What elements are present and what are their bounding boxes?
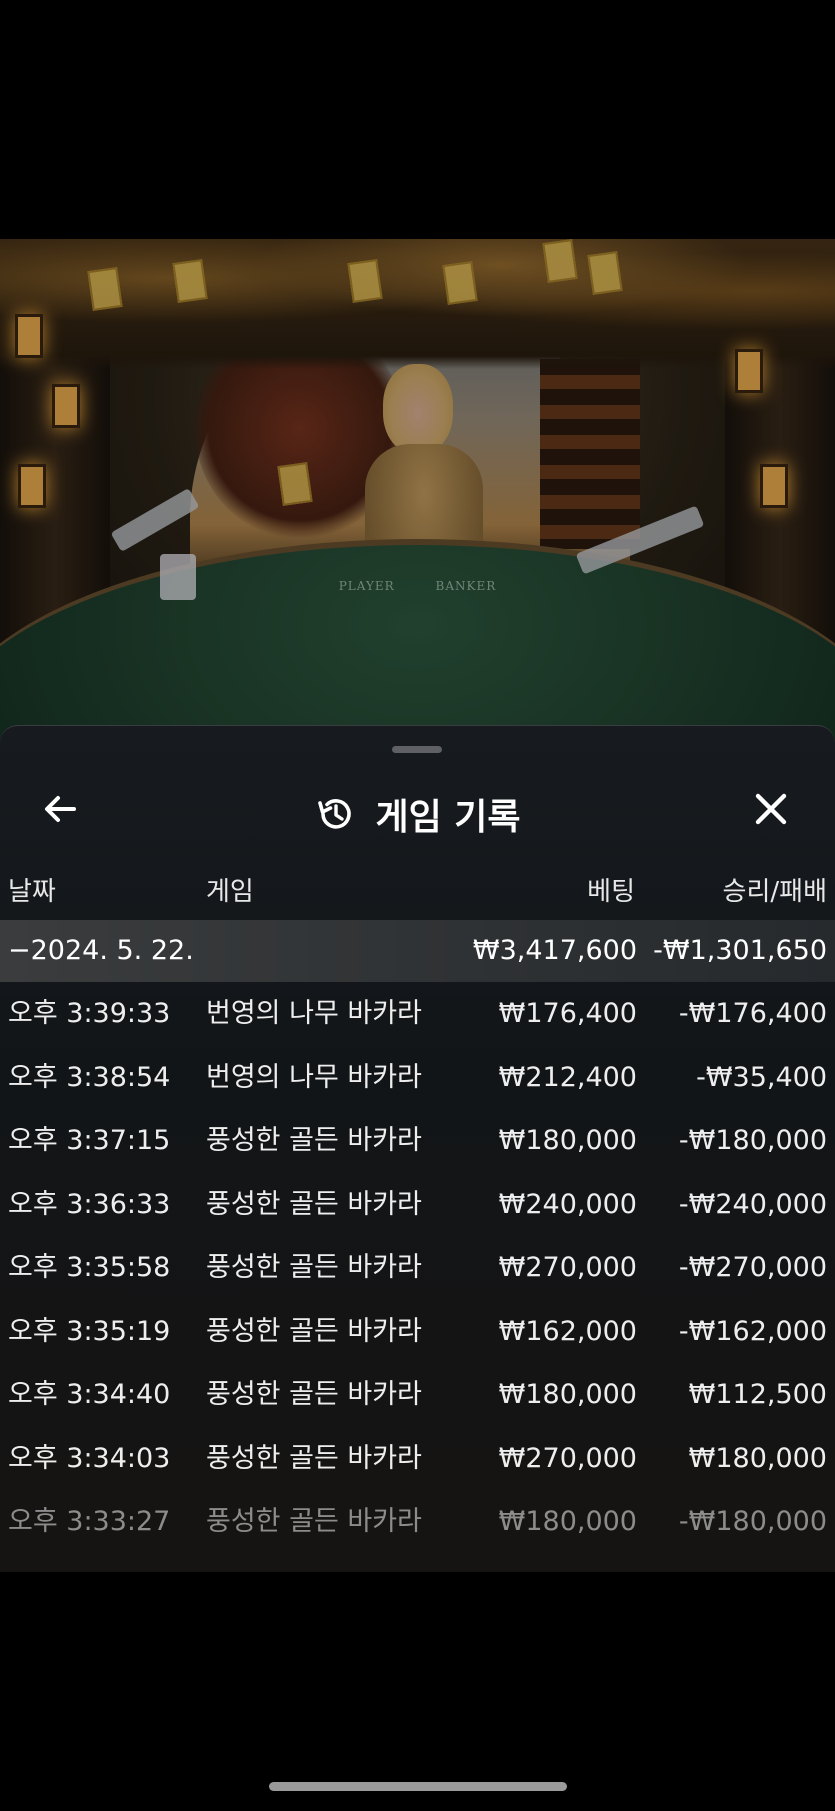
date-group-label: −2024. 5. 22.: [8, 935, 194, 966]
date-group-bet-total: ₩3,417,600: [472, 935, 637, 966]
row-time: 오후 3:39:33: [8, 998, 171, 1029]
history-row[interactable]: 오후 3:38:54 번영의 나무 바카라 ₩212,400 -₩35,400: [0, 1046, 835, 1110]
row-result: -₩240,000: [678, 1188, 827, 1220]
row-game: 풍성한 골든 바카라: [206, 1379, 422, 1410]
history-icon: [318, 799, 352, 829]
history-row[interactable]: 오후 3:35:19 풍성한 골든 바카라 ₩162,000 -₩162,000: [0, 1300, 835, 1364]
row-time: 오후 3:33:27: [8, 1506, 171, 1537]
home-indicator[interactable]: [269, 1782, 567, 1791]
row-result: -₩176,400: [678, 998, 827, 1029]
history-row[interactable]: 오후 3:33:27 풍성한 골든 바카라 ₩180,000 -₩180,000: [0, 1490, 835, 1554]
row-result: -₩162,000: [678, 1315, 827, 1347]
row-time: 오후 3:34:03: [8, 1442, 171, 1474]
history-row[interactable]: 오후 3:36:33 풍성한 골든 바카라 ₩240,000 -₩240,000: [0, 1173, 835, 1237]
row-game: 번영의 나무 바카라: [206, 998, 422, 1029]
history-row[interactable]: 오후 3:34:40 풍성한 골든 바카라 ₩180,000 ₩112,500: [0, 1363, 835, 1427]
column-header-game: 게임: [206, 877, 254, 907]
row-result: -₩180,000: [678, 1506, 827, 1537]
row-bet: ₩240,000: [498, 1188, 637, 1220]
row-bet: ₩162,000: [498, 1315, 637, 1347]
row-game: 풍성한 골든 바카라: [206, 1506, 422, 1537]
row-game: 번영의 나무 바카라: [206, 1061, 422, 1093]
live-video-feed: PLAYER BANKER: [0, 239, 835, 759]
row-game: 풍성한 골든 바카라: [206, 1442, 422, 1474]
row-bet: ₩270,000: [498, 1442, 637, 1474]
close-icon: [755, 793, 787, 825]
history-row[interactable]: 오후 3:34:03 풍성한 골든 바카라 ₩270,000 ₩180,000: [0, 1427, 835, 1491]
row-time: 오후 3:34:40: [8, 1379, 171, 1410]
date-group-result-total: -₩1,301,650: [653, 935, 827, 966]
row-time: 오후 3:35:58: [8, 1252, 171, 1283]
column-header-date: 날짜: [8, 877, 56, 907]
row-bet: ₩176,400: [498, 998, 637, 1029]
row-time: 오후 3:38:54: [8, 1061, 171, 1093]
row-bet: ₩270,000: [498, 1252, 637, 1283]
history-row[interactable]: 오후 3:35:58 풍성한 골든 바카라 ₩270,000 -₩270,000: [0, 1236, 835, 1300]
date-group-row[interactable]: −2024. 5. 22. ₩3,417,600 -₩1,301,650: [0, 920, 835, 982]
column-header-bet: 베팅: [587, 877, 635, 907]
game-history-sheet: 게임 기록 날짜 게임 베팅 승리/패배 −2024. 5. 22. ₩3,41…: [0, 725, 835, 1572]
row-game: 풍성한 골든 바카라: [206, 1188, 422, 1220]
row-bet: ₩212,400: [498, 1061, 637, 1093]
sheet-header: 게임 기록: [0, 774, 835, 844]
row-bet: ₩180,000: [498, 1506, 637, 1537]
row-bet: ₩180,000: [498, 1379, 637, 1410]
column-header-result: 승리/패배: [722, 877, 827, 907]
row-game: 풍성한 골든 바카라: [206, 1315, 422, 1347]
row-result: -₩35,400: [696, 1061, 827, 1093]
history-row[interactable]: 오후 3:37:15 풍성한 골든 바카라 ₩180,000 -₩180,000: [0, 1109, 835, 1173]
history-row[interactable]: 오후 3:39:33 번영의 나무 바카라 ₩176,400 -₩176,400: [0, 982, 835, 1046]
row-result: -₩180,000: [678, 1125, 827, 1156]
row-result: -₩270,000: [678, 1252, 827, 1283]
sheet-title: 게임 기록: [375, 797, 521, 838]
video-overlay: [0, 239, 835, 759]
row-game: 풍성한 골든 바카라: [206, 1125, 422, 1156]
row-bet: ₩180,000: [498, 1125, 637, 1156]
row-result: ₩180,000: [688, 1442, 827, 1474]
row-time: 오후 3:35:19: [8, 1315, 171, 1347]
row-game: 풍성한 골든 바카라: [206, 1252, 422, 1283]
row-result: ₩112,500: [688, 1379, 827, 1410]
close-button[interactable]: [748, 786, 794, 832]
row-time: 오후 3:37:15: [8, 1125, 171, 1156]
row-time: 오후 3:36:33: [8, 1188, 171, 1220]
sheet-title-group: 게임 기록: [0, 788, 835, 838]
history-list: 오후 3:39:33 번영의 나무 바카라 ₩176,400 -₩176,400…: [0, 982, 835, 1554]
sheet-drag-handle[interactable]: [392, 746, 442, 753]
